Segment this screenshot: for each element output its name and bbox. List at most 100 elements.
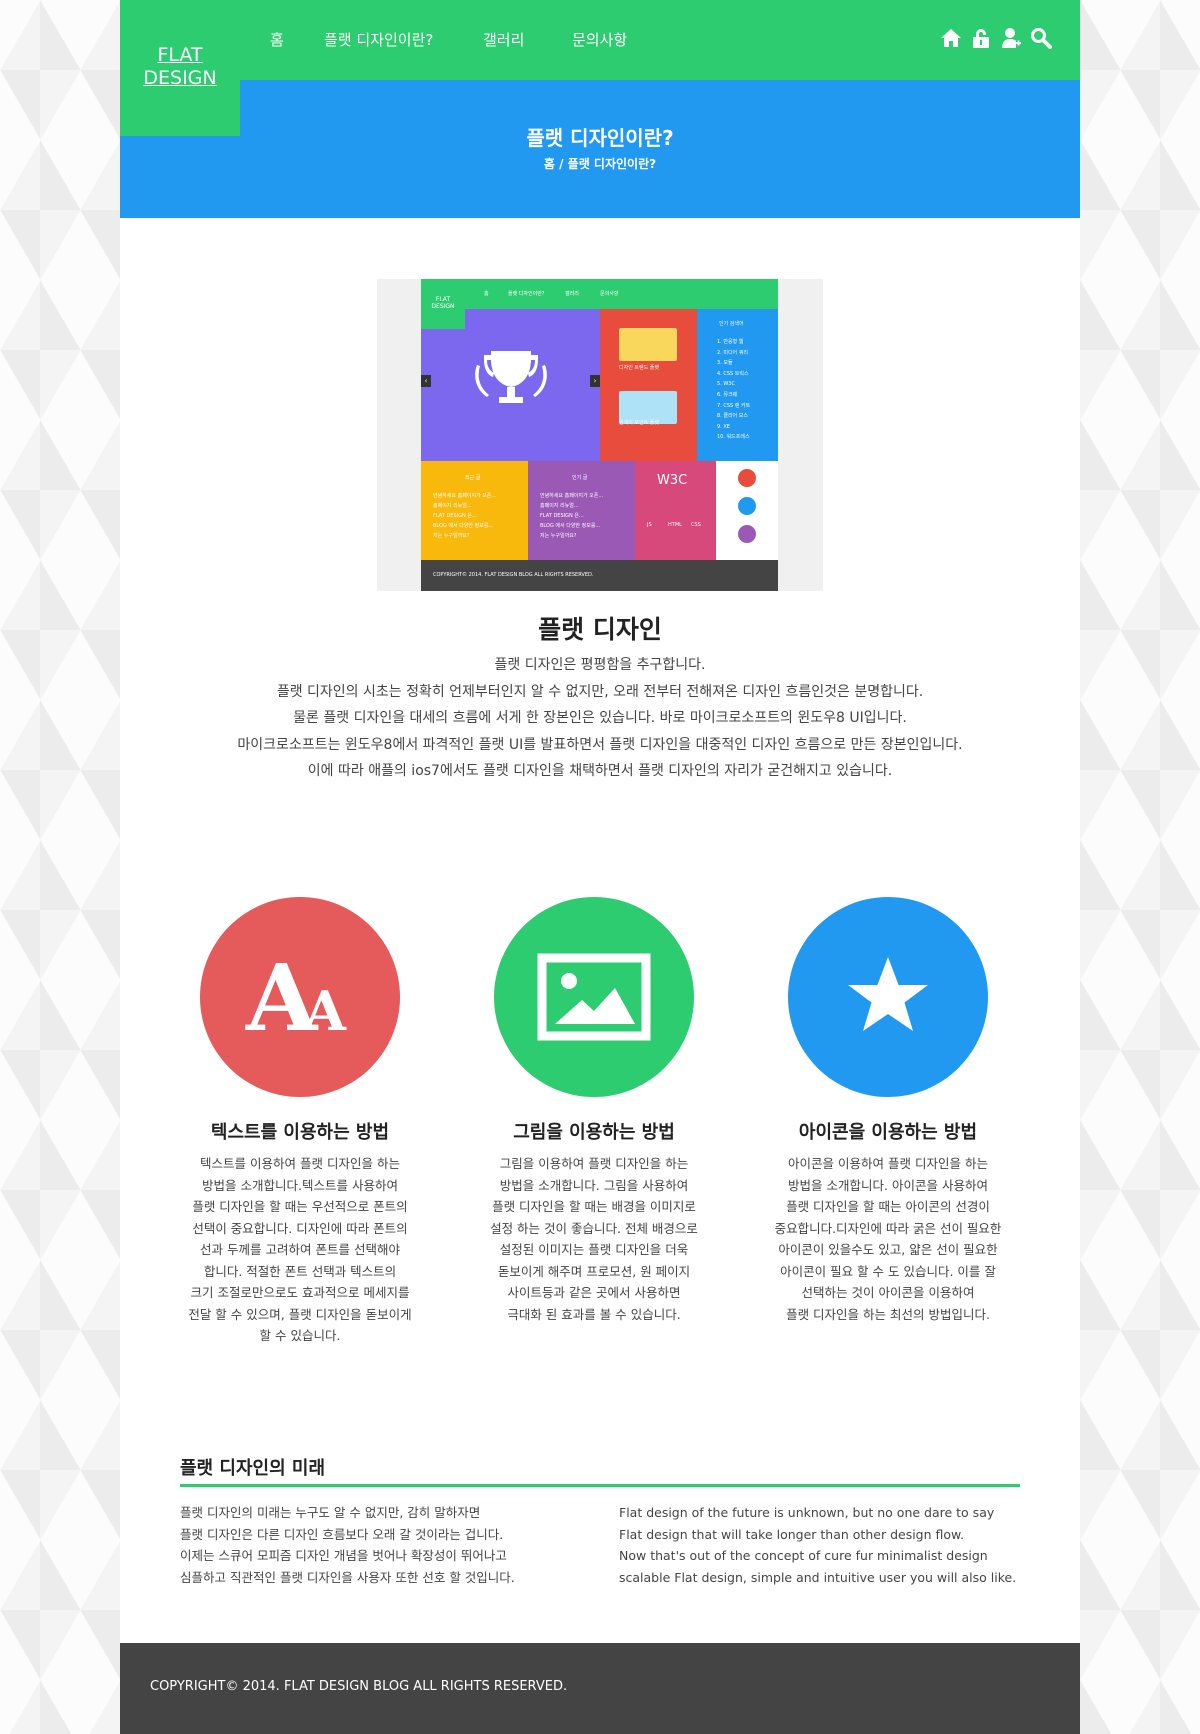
trophy-icon — [475, 351, 547, 403]
feature-icon-title: 아이콘을 이용하는 방법 — [798, 1122, 978, 1143]
feature-line: 방법을 소개합니다. 그림을 사용하여 — [499, 1177, 689, 1193]
feature-text-circle: A A — [200, 897, 400, 1097]
future-line: 이제는 스큐어 모피즘 디자인 개념을 벗어나 확장성이 뛰어나고 — [180, 1548, 507, 1563]
preview-logo-line2: DESIGN — [431, 303, 455, 310]
feature-line: 중요합니다.디자인에 따라 굵은 선이 필요한 — [774, 1220, 1002, 1236]
feature-line: 텍스트를 이용하여 플랫 디자인을 하는 — [200, 1156, 400, 1171]
article-line: 플랫 디자인의 시초는 정확히 언제부터인지 알 수 없지만, 오래 전부터 전… — [276, 683, 924, 700]
feature-icon-circle — [788, 897, 988, 1097]
preview-popular-search-list: 1. 반응형 웹 2. 미디어 쿼리 3. 모듈 4. CSS 트릭스 5. W… — [717, 337, 750, 443]
preview-post-item: FLAT DESIGN 은... — [540, 513, 584, 519]
future-line: 심플하고 직관적인 플랫 디자인을 사용자 또한 선호 할 것입니다. — [180, 1569, 515, 1585]
preview-slider-tile — [421, 309, 600, 461]
feature-line: 선택하는 것이 아이콘을 이용하여 — [801, 1285, 975, 1300]
preview-nav-item: 문의사항 — [600, 291, 619, 297]
preview-search-item: 6. 뮤크웨 — [717, 391, 738, 398]
preview-recent-title: 최근 글 — [465, 475, 481, 481]
feature-text: A A 텍스트를 이용하는 방법 텍스트를 이용하여 플랫 디자인을 하는 방법… — [170, 897, 430, 1347]
feature-line: 사이트등과 같은 곳에서 사용하면 — [507, 1285, 681, 1300]
preview-post-item: FLAT DESIGN 은... — [433, 513, 477, 519]
preview-search-item: 8. 클리어 보스 — [717, 413, 748, 420]
feature-image-circle — [494, 897, 694, 1097]
preview-post-item: 홈페이지 리뉴얼... — [433, 503, 472, 509]
feature-text-title: 텍스트를 이용하는 방법 — [210, 1122, 390, 1143]
js-badge: JS — [647, 522, 652, 528]
feature-line: 방법을 소개합니다. 아이콘을 사용하여 — [788, 1177, 988, 1193]
nav-item-gallery[interactable]: 갤러리 — [483, 0, 524, 80]
feature-line: 플랫 디자인을 할 때는 우선적으로 폰트의 — [192, 1199, 408, 1214]
copyright-text: COPYRIGHT© 2014. FLAT DESIGN BLOG ALL RI… — [150, 1679, 568, 1694]
article-line: 마이크로소프트는 윈도우8에서 파격적인 플랫 UI를 발표하면서 플랫 디자인… — [237, 736, 963, 753]
font-icon: A A — [245, 944, 347, 1052]
logo-line1: FLAT — [157, 44, 203, 66]
feature-line: 크기 조절로만으로도 효과적으로 메세지를 — [190, 1285, 410, 1300]
preview-tech-tile: W3C JS HTML CSS — [635, 461, 716, 560]
image-icon — [537, 953, 651, 1041]
preview-search-item: 2. 미디어 쿼리 — [717, 349, 748, 356]
preview-nav-item: 홈 — [484, 291, 489, 297]
feature-line: 플랫 디자인을 할 때는 배경을 이미지로 — [492, 1199, 696, 1214]
preview-popular-search-tile: 인기 검색어 1. 반응형 웹 2. 미디어 쿼리 3. 모듈 4. CSS 트… — [697, 309, 778, 461]
preview-prev-arrow: ‹ — [421, 375, 431, 387]
twitter-icon — [738, 469, 756, 487]
css3-badge: CSS — [691, 522, 701, 528]
preview-search-item: 3. 모듈 — [717, 360, 733, 367]
preview-search-item: 7. CSS 랜 커트 — [717, 402, 751, 409]
preview-post-item: 홈페이지 리뉴얼... — [540, 503, 579, 509]
site-logo[interactable]: FLAT DESIGN — [120, 0, 240, 136]
future-line: Now that's out of the concept of cure fu… — [619, 1548, 988, 1563]
nav-item-flat-design[interactable]: 플랫 디자인이란? — [324, 0, 433, 80]
feature-line: 플랫 디자인을 할 때는 아이콘의 선경이 — [786, 1199, 990, 1214]
preview-next-arrow: › — [590, 375, 600, 387]
user-icon[interactable] — [1000, 27, 1022, 49]
preview-search-item: 5. W3C — [717, 381, 735, 388]
preview-logo: FLAT DESIGN — [421, 279, 465, 329]
feature-line: 설정된 이미지는 플랫 디자인을 더욱 — [499, 1242, 689, 1257]
preview-search-item: 4. CSS 트릭스 — [717, 370, 749, 377]
feature-line: 아이콘을 이용하여 플랫 디자인을 하는 — [788, 1156, 988, 1171]
search-icon[interactable] — [1030, 27, 1052, 49]
preview-popular-list: 안녕하세요 홈페이지가 오픈... 홈페이지 리뉴얼... FLAT DESIG… — [540, 491, 603, 541]
home-icon[interactable] — [940, 27, 962, 49]
logo-line2: DESIGN — [143, 67, 217, 89]
lock-icon[interactable] — [970, 27, 992, 49]
preview-trend-label-2: 원색의 포인트 플랫 — [619, 420, 659, 426]
preview-post-item: 안녕하세요 홈페이지가 오픈... — [433, 493, 497, 499]
star-icon — [848, 957, 928, 1031]
rocket-icon — [619, 328, 677, 361]
section-divider — [180, 1484, 1020, 1487]
feature-line: 선택이 중요합니다. 디자인에 따라 폰트의 — [192, 1220, 408, 1236]
feature-line: 극대화 된 효과를 볼 수 있습니다. — [507, 1306, 681, 1322]
feature-line: 돋보이게 해주며 프로모션, 원 페이지 — [497, 1263, 691, 1279]
future-line: 플랫 디자인의 미래는 누구도 알 수 없지만, 감히 말하자면 — [180, 1505, 481, 1520]
preview-search-item: 10. 워드프레스 — [717, 434, 750, 441]
preview-popular-title: 인기 글 — [572, 475, 588, 481]
feature-line: 합니다. 적절한 폰트 선택과 텍스트의 — [203, 1263, 397, 1279]
future-korean-text: 플랫 디자인의 미래는 누구도 알 수 없지만, 감히 말하자면 플랫 디자인은… — [180, 1502, 515, 1588]
preview-popular-search-title: 인기 검색어 — [719, 321, 744, 327]
preview-popular-posts-tile: 인기 글 안녕하세요 홈페이지가 오픈... 홈페이지 리뉴얼... FLAT … — [528, 461, 635, 560]
breadcrumb[interactable]: 홈 / 플랫 디자인이란? — [120, 155, 1080, 172]
preview-recent-posts-tile: 최근 글 안녕하세요 홈페이지가 오픈... 홈페이지 리뉴얼... FLAT … — [421, 461, 528, 560]
future-line: Flat design that will take longer than o… — [619, 1526, 965, 1542]
feature-line: 전달 할 수 있으며, 플랫 디자인을 돋보이게 — [188, 1306, 412, 1322]
article-line: 플랫 디자인은 평평함을 추구합니다. — [494, 657, 706, 673]
preview-layout: 디자인 트렌드 플랫 원색의 포인트 플랫 인기 검색어 1. 반응형 웹 2.… — [421, 279, 778, 591]
nav-item-home[interactable]: 홈 — [270, 0, 284, 80]
feature-line: 설정 하는 것이 좋습니다. 전체 배경으로 — [490, 1220, 698, 1236]
article-body: 플랫 디자인은 평평함을 추구합니다. 플랫 디자인의 시초는 정확히 언제부터… — [120, 652, 1080, 785]
feature-image: 그림을 이용하는 방법 그림을 이용하여 플랫 디자인을 하는 방법을 소개합니… — [464, 897, 724, 1325]
preview-post-item: BLOG 에서 다양한 정보를... — [540, 523, 601, 529]
future-section-title: 플랫 디자인의 미래 — [180, 1458, 326, 1479]
feature-line: 방법을 소개합니다.텍스트를 사용하여 — [202, 1177, 398, 1193]
preview-search-item: 9. XE — [717, 423, 730, 430]
feature-text-description: 텍스트를 이용하여 플랫 디자인을 하는 방법을 소개합니다.텍스트를 사용하여… — [170, 1153, 430, 1347]
feature-line: 아이콘이 필요 할 수 도 있습니다. 이를 잘 — [780, 1263, 996, 1279]
preview-search-item: 1. 반응형 웹 — [717, 339, 744, 345]
article-line: 물론 플랫 디자인을 대세의 흐름에 서게 한 장본인은 있습니다. 바로 마이… — [293, 710, 907, 726]
nav-item-contact[interactable]: 문의사항 — [572, 0, 627, 80]
google-plus-icon — [738, 525, 756, 543]
utility-icons — [940, 27, 1052, 49]
preview-footer: COPYRIGHT© 2014. FLAT DESIGN BLOG ALL RI… — [421, 560, 778, 591]
w3c-logo: W3C — [657, 473, 688, 488]
